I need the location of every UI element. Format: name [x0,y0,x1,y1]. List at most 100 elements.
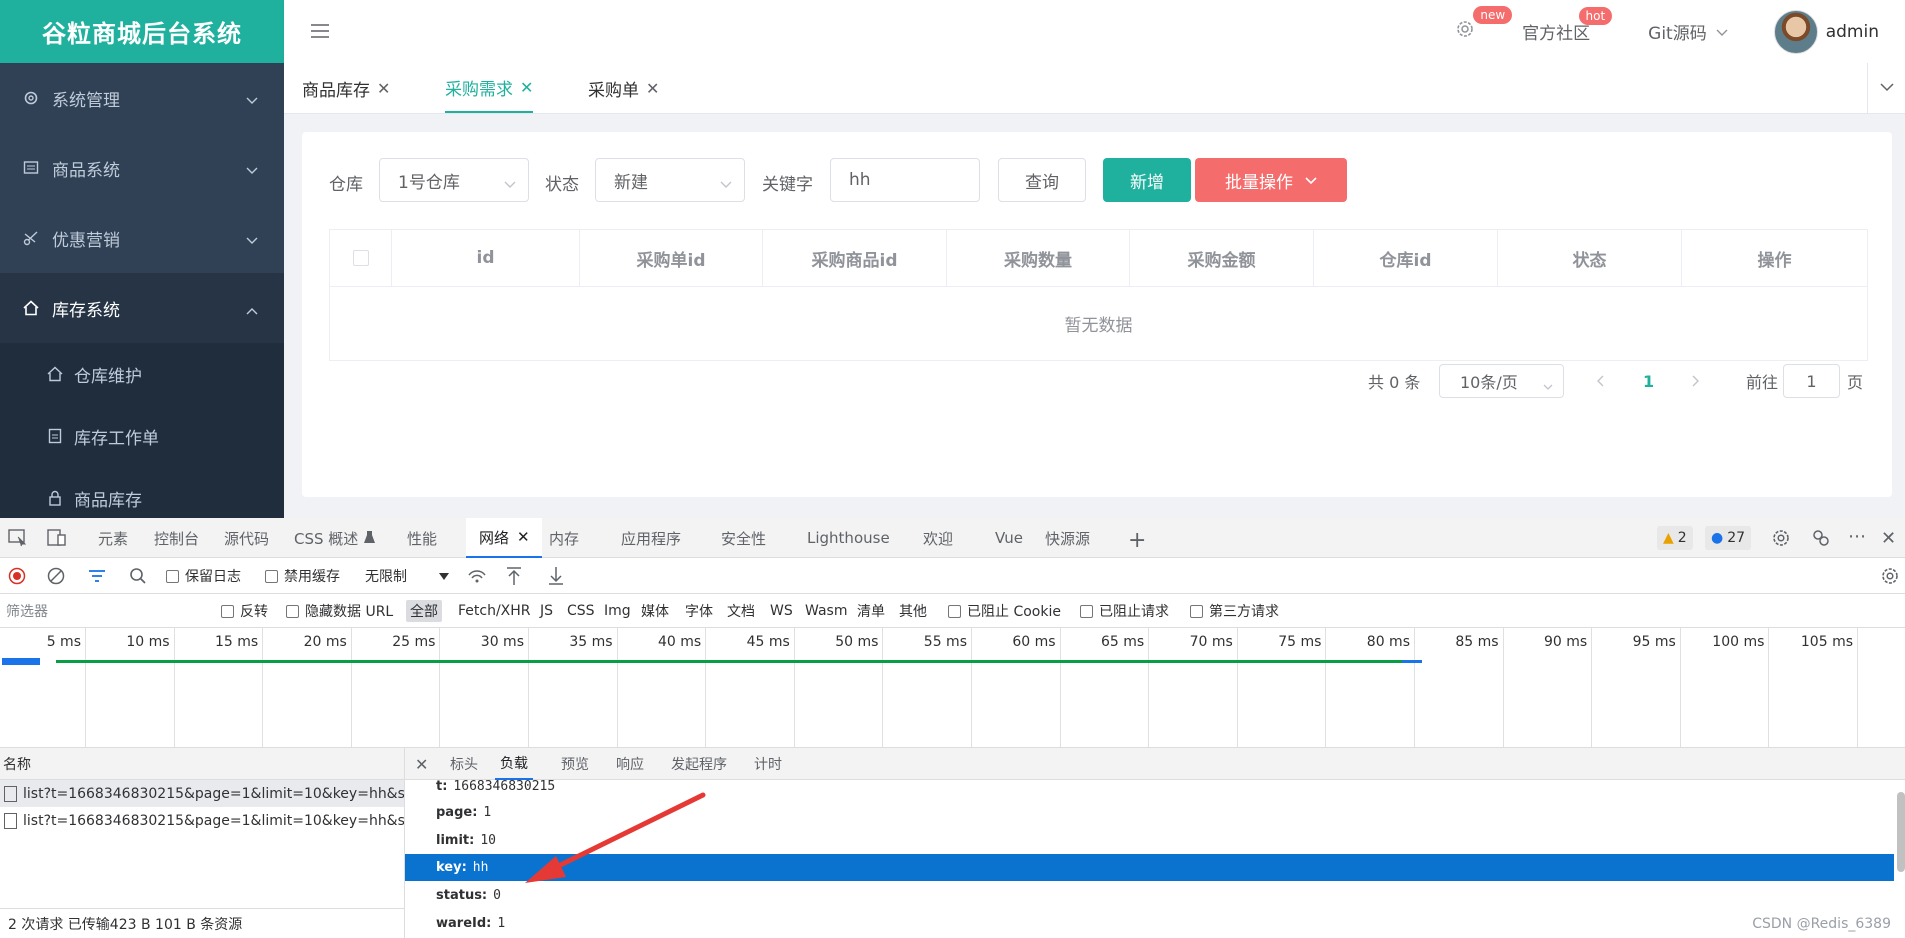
user-name[interactable]: admin [1826,22,1879,42]
query-param-row[interactable]: status: 0 [405,882,1895,909]
devtools-tab-vue[interactable]: Vue [995,518,1023,558]
prev-page-button[interactable] [1596,364,1604,398]
menu-item-inventory[interactable]: 库存系统 [0,273,284,343]
add-tab-icon[interactable]: + [1128,528,1146,553]
hide-data-url-checkbox[interactable]: 隐藏数据 URL [286,594,393,628]
filter-wasm[interactable]: Wasm [805,594,847,628]
social-link[interactable]: 官方社区 hot [1522,7,1613,44]
filter-fetch-xhr[interactable]: Fetch/XHR [458,594,531,628]
column-header[interactable]: 仓库id [1314,230,1498,286]
avatar[interactable] [1773,9,1818,54]
more-options-icon[interactable]: ⋯ [1848,526,1866,547]
filter-font[interactable]: 字体 [685,594,713,628]
submenu-item-stock[interactable]: 商品库存 [0,467,284,518]
third-party-checkbox[interactable]: 第三方请求 [1190,594,1279,628]
column-header[interactable]: 状态 [1498,230,1682,286]
status-select[interactable]: 新建 [595,158,745,202]
close-icon[interactable]: ✕ [377,79,390,98]
column-header[interactable]: 采购数量 [947,230,1130,286]
filter-manifest[interactable]: 清单 [857,594,885,628]
disable-cache-checkbox[interactable]: 禁用缓存 [265,558,340,594]
customize-icon[interactable] [1811,528,1831,548]
column-header[interactable]: 采购商品id [763,230,947,286]
tags-dropdown-button[interactable] [1867,63,1905,113]
filter-icon[interactable] [88,558,106,594]
close-devtools-icon[interactable]: ✕ [1881,528,1896,549]
menu-item-system[interactable]: 系统管理 [0,63,284,133]
settings-icon[interactable] [1771,528,1791,548]
wifi-settings-icon[interactable] [467,558,487,594]
tab-stock[interactable]: 商品库存 ✕ [302,63,390,113]
query-param-row[interactable]: limit: 10 [405,827,1895,854]
blocked-requests-checkbox[interactable]: 已阻止请求 [1080,594,1169,628]
download-icon[interactable] [548,558,564,594]
git-dropdown[interactable]: Git源码 [1648,19,1728,44]
column-header[interactable]: 采购单id [580,230,763,286]
query-button[interactable]: 查询 [998,158,1086,202]
devtools-tab-network[interactable]: 网络 ✕ [466,518,542,558]
filter-all[interactable]: 全部 [406,600,442,622]
upload-icon[interactable] [506,558,522,594]
tab-purchase-order[interactable]: 采购单 ✕ [588,63,659,113]
add-button[interactable]: 新增 [1103,158,1191,202]
devtools-tab-lighthouse[interactable]: Lighthouse [807,518,890,558]
filter-ws[interactable]: WS [770,594,793,628]
network-timeline[interactable]: 5 ms 10 ms 15 ms 20 ms 25 ms 30 ms 35 ms 40 ms 4… [0,628,1905,748]
column-header[interactable]: id [392,230,580,286]
column-header[interactable]: 采购金额 [1130,230,1314,286]
throttle-select[interactable]: 无限制 [365,558,449,594]
search-icon[interactable] [129,558,147,594]
query-param-row[interactable]: wareId: 1 [405,910,1895,937]
query-param-row[interactable]: t: 1668346830215 [405,776,1895,796]
menu-item-coupon[interactable]: 优惠营销 [0,203,284,273]
blocked-cookies-checkbox[interactable]: 已阻止 Cookie [948,594,1061,628]
filter-doc[interactable]: 文档 [727,594,755,628]
query-param-row[interactable]: page: 1 [405,799,1895,826]
devtools-tab-sources[interactable]: 源代码 [224,518,269,558]
devtools-tab-performance[interactable]: 性能 [407,518,437,558]
devtools-tab-memory[interactable]: 内存 [549,518,579,558]
filter-js[interactable]: JS [540,594,553,628]
warnings-counter[interactable]: ▲ 2 [1657,526,1693,550]
network-settings-icon[interactable] [1880,558,1900,594]
filter-css[interactable]: CSS [567,594,595,628]
close-icon[interactable]: ✕ [520,78,533,97]
filter-other[interactable]: 其他 [899,594,927,628]
submenu-item-warehouse[interactable]: 仓库维护 [0,343,284,405]
clear-icon[interactable] [47,558,65,594]
settings-button[interactable]: new [1454,6,1513,45]
devtools-tab-css-overview[interactable]: CSS 概述 [294,518,376,558]
devtools-tab-quick-source[interactable]: 快源源 [1045,518,1090,558]
keyword-input[interactable]: hh [830,158,980,202]
current-page[interactable]: 1 [1643,364,1654,398]
request-row[interactable]: list?t=1668346830215&page=1&limit=10&key… [0,807,404,834]
submenu-item-worksheet[interactable]: 库存工作单 [0,405,284,467]
devtools-tab-console[interactable]: 控制台 [154,518,199,558]
close-icon[interactable]: ✕ [646,79,659,98]
tab-purchase-demand[interactable]: 采购需求 ✕ [445,63,534,113]
devtools-tab-security[interactable]: 安全性 [721,518,766,558]
request-row[interactable]: list?t=1668346830215&page=1&limit=10&key… [0,780,404,807]
column-header[interactable]: 操作 [1682,230,1867,286]
preserve-log-checkbox[interactable]: 保留日志 [166,558,241,594]
filter-media[interactable]: 媒体 [641,594,669,628]
filter-img[interactable]: Img [604,594,631,628]
select-all-checkbox[interactable] [352,250,369,266]
filter-input[interactable]: 筛选器 [0,598,207,624]
devtools-tab-application[interactable]: 应用程序 [621,518,681,558]
batch-dropdown-button[interactable]: 批量操作 [1195,158,1347,202]
invert-checkbox[interactable]: 反转 [221,594,268,628]
close-icon[interactable]: ✕ [517,528,530,546]
menu-item-product[interactable]: 商品系统 [0,133,284,203]
devtools-tab-welcome[interactable]: 欢迎 [923,518,953,558]
device-toggle-icon[interactable] [47,529,67,547]
messages-counter[interactable]: ● 27 [1705,526,1752,550]
goto-page-input[interactable]: 1 [1783,364,1840,398]
devtools-tab-elements[interactable]: 元素 [98,518,128,558]
query-param-row-selected[interactable]: key: hh [405,854,1894,881]
next-page-button[interactable] [1692,364,1700,398]
page-size-select[interactable]: 10条/页 [1439,364,1564,398]
warehouse-select[interactable]: 1号仓库 [379,158,529,202]
scrollbar[interactable] [1897,792,1905,872]
hamburger-icon[interactable] [310,21,330,41]
